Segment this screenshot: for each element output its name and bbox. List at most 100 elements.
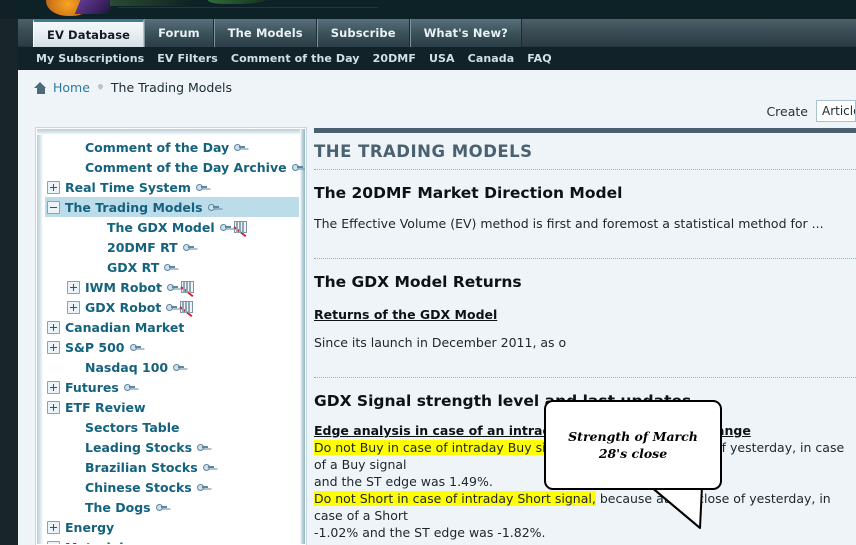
sidebar-item-gdx-robot[interactable]: GDX Robot: [45, 297, 299, 317]
tab-list: EV Database Forum The Models Subscribe What'…: [33, 19, 522, 47]
main-content: THE TRADING MODELS The 20DMF Market Dire…: [314, 128, 856, 545]
heading-20dmf: The 20DMF Market Direction Model: [314, 184, 623, 202]
sidebar-item-iwm-robot[interactable]: IWM Robot: [45, 277, 299, 297]
navlink-canada[interactable]: Canada: [468, 52, 515, 65]
key-icon: [129, 343, 141, 351]
sidebar-item-chinese-stocks[interactable]: Chinese Stocks: [45, 477, 299, 497]
sidebar-item-real-time-system[interactable]: Real Time System: [45, 177, 299, 197]
key-icon: [166, 303, 178, 311]
sidebar-item-20dmf-rt[interactable]: 20DMF RT: [45, 237, 299, 257]
sidebar-item-label: Energy: [65, 519, 115, 535]
expand-icon[interactable]: [47, 380, 60, 394]
sidebar-item-comment-of-the-day-archive[interactable]: Comment of the Day Archive: [45, 157, 303, 177]
create-row: Create Article: [766, 100, 856, 122]
sidebar-frame-right[interactable]: [300, 129, 305, 544]
banner-image-green-fragment-2: [208, 0, 268, 4]
navlink-20dmf[interactable]: 20DMF: [373, 52, 416, 65]
key-icon: [234, 143, 246, 151]
sidebar-item-label: IWM Robot: [85, 279, 162, 295]
sidebar-item-futures[interactable]: Futures: [45, 377, 299, 397]
tab-subscribe[interactable]: Subscribe: [316, 19, 410, 47]
tab-the-models[interactable]: The Models: [213, 19, 317, 47]
key-icon: [173, 363, 185, 371]
expand-icon[interactable]: [47, 400, 60, 414]
sidebar-item-brazilian-stocks[interactable]: Brazilian Stocks: [45, 457, 299, 477]
block-gdx-signal: GDX Signal strength level and last updat…: [314, 378, 856, 545]
navlink-ev-filters[interactable]: EV Filters: [157, 52, 218, 65]
expand-icon[interactable]: [47, 540, 60, 544]
key-icon: [202, 463, 214, 471]
sidebar-item-label: Real Time System: [65, 179, 191, 195]
chart-icon: [233, 221, 247, 233]
breadcrumb-current: The Trading Models: [110, 80, 233, 95]
banner-image-green-fragment: [110, 0, 190, 6]
key-icon: [207, 203, 219, 211]
sidebar-item-leading-stocks[interactable]: Leading Stocks: [45, 437, 299, 457]
navlink-my-subscriptions[interactable]: My Subscriptions: [36, 52, 144, 65]
collapse-icon[interactable]: [47, 200, 60, 214]
key-icon: [196, 483, 208, 491]
sidebar-item-materials[interactable]: Materials: [45, 537, 299, 545]
paragraph-gdx-returns: Since its launch in December 2011, as o: [314, 335, 567, 350]
heading-gdx-signal: GDX Signal strength level and last updat…: [314, 392, 692, 410]
sidebar-item-label: The Dogs: [85, 499, 151, 515]
sidebar-item-the-dogs[interactable]: The Dogs: [45, 497, 299, 517]
expand-icon[interactable]: [47, 320, 60, 334]
sidebar-item-the-trading-models[interactable]: The Trading Models: [45, 197, 299, 217]
sidebar-item-label: Canadian Market: [65, 319, 185, 335]
edge-line-buy: Do not Buy in case of intraday Buy signa…: [314, 439, 856, 473]
expand-icon[interactable]: [47, 520, 60, 534]
sidebar-item-sectors-table[interactable]: Sectors Table: [45, 417, 299, 437]
expand-icon[interactable]: [47, 180, 60, 194]
sidebar-item-canadian-market[interactable]: Canadian Market: [45, 317, 299, 337]
key-icon: [155, 503, 167, 511]
create-label: Create: [766, 103, 808, 119]
sidebar-item-label: Nasdaq 100: [85, 359, 169, 375]
sidebar-item-label: Materials: [65, 540, 131, 545]
sidebar-item-label: S&P 500: [65, 339, 125, 355]
paragraph-20dmf: The Effective Volume (EV) method is firs…: [314, 216, 824, 231]
breadcrumb: Home The Trading Models: [34, 80, 232, 95]
sidebar-item-label: Leading Stocks: [85, 439, 193, 455]
edge-line-short-cont: -1.02% and the ST edge was -1.82%.: [314, 525, 546, 540]
left-edge-strip: [0, 0, 18, 545]
edge-ellipsis: ...: [314, 541, 856, 545]
sidebar-item-label: Brazilian Stocks: [85, 459, 198, 475]
sidebar-item-label: Sectors Table: [85, 419, 180, 435]
sidebar-item-s-p-500[interactable]: S&P 500: [45, 337, 299, 357]
sidebar-item-nasdaq-100[interactable]: Nasdaq 100: [45, 357, 299, 377]
page-body: Home The Trading Models Create Article C…: [18, 70, 856, 545]
sidebar-item-etf-review[interactable]: ETF Review: [45, 397, 299, 417]
sidebar-item-comment-of-the-day[interactable]: Comment of the Day: [45, 137, 299, 157]
sidebar-item-label: GDX Robot: [85, 299, 162, 315]
primary-tab-bar: EV Database Forum The Models Subscribe What'…: [18, 19, 856, 47]
highlight-do-not-short: Do not Short in case of intraday Short s…: [314, 491, 596, 506]
tab-what-s-new[interactable]: What's New?: [409, 19, 522, 47]
breadcrumb-link-home[interactable]: Home: [53, 80, 90, 95]
key-icon: [182, 243, 194, 251]
block-gdx-returns: The GDX Model Returns Returns of the GDX…: [314, 259, 856, 351]
home-icon: [34, 81, 47, 94]
expand-icon[interactable]: [47, 340, 60, 354]
key-icon: [166, 283, 178, 291]
sidebar-item-energy[interactable]: Energy: [45, 517, 299, 537]
navlink-faq[interactable]: FAQ: [527, 52, 551, 65]
expand-icon[interactable]: [67, 300, 80, 314]
chart-icon: [180, 301, 194, 313]
link-returns-of-gdx-model[interactable]: Returns of the GDX Model: [314, 307, 497, 322]
tab-forum[interactable]: Forum: [144, 19, 214, 47]
sidebar-tree: Comment of the Day Comment of the Day Arc…: [45, 137, 303, 545]
highlight-do-not-buy: Do not Buy in case of intraday Buy signa…: [314, 440, 577, 455]
create-type-select[interactable]: Article: [816, 100, 856, 122]
navlink-usa[interactable]: USA: [429, 52, 455, 65]
key-icon: [164, 263, 176, 271]
tab-ev-database[interactable]: EV Database: [33, 19, 145, 47]
expand-icon[interactable]: [67, 280, 80, 294]
sidebar-item-gdx-rt[interactable]: GDX RT: [45, 257, 299, 277]
sidebar-item-the-gdx-model[interactable]: The GDX Model: [45, 217, 299, 237]
navlink-comment-of-the-day[interactable]: Comment of the Day: [231, 52, 360, 65]
edge-line-buy-cont: and the ST edge was 1.49%.: [314, 474, 493, 489]
key-icon: [197, 443, 209, 451]
